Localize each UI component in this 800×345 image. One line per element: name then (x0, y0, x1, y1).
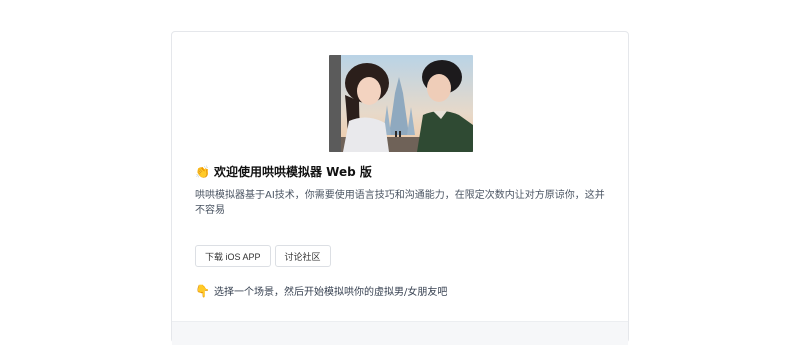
scenario-hint: 👇 选择一个场景，然后开始模拟哄你的虚拟男/女朋友吧 (195, 283, 448, 299)
card-footer (172, 321, 628, 345)
welcome-title-text: 欢迎使用哄哄模拟器 Web 版 (213, 165, 372, 179)
welcome-card: 👏 欢迎使用哄哄模拟器 Web 版 哄哄模拟器基于AI技术，你需要使用语言技巧和… (171, 31, 629, 345)
point-down-icon: 👇 (195, 283, 210, 298)
welcome-description: 哄哄模拟器基于AI技术，你需要使用语言技巧和沟通能力，在限定次数内让对方原谅你，… (195, 190, 605, 216)
action-buttons: 下载 iOS APP 讨论社区 (195, 245, 331, 267)
hero-image (329, 55, 473, 152)
community-button[interactable]: 讨论社区 (274, 245, 331, 267)
scenario-hint-text: 选择一个场景，然后开始模拟哄你的虚拟男/女朋友吧 (213, 287, 448, 298)
download-ios-button[interactable]: 下载 iOS APP (195, 245, 271, 267)
clap-icon: 👏 (195, 164, 210, 179)
welcome-title: 👏 欢迎使用哄哄模拟器 Web 版 (195, 163, 372, 180)
